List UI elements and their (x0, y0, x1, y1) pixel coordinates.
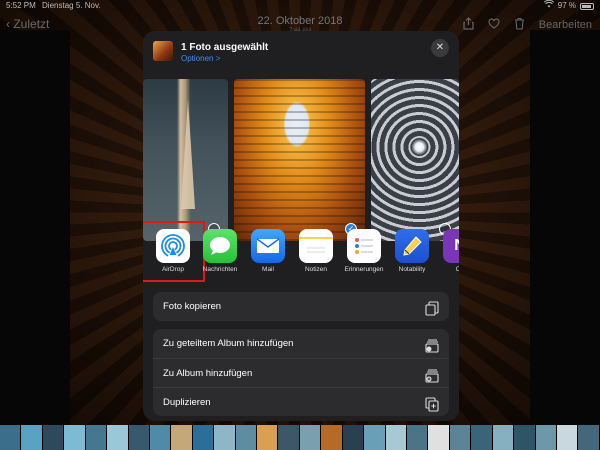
mail-icon (251, 229, 285, 263)
options-link[interactable]: Optionen > (181, 54, 220, 63)
onenote-icon: N (443, 229, 459, 263)
thumbnail[interactable] (385, 425, 407, 450)
notability-icon (395, 229, 429, 263)
app-label: Notizen (304, 266, 328, 273)
duplicate-button[interactable]: Duplizieren (153, 387, 449, 416)
reminders-icon (347, 229, 381, 263)
copy-icon (425, 299, 439, 316)
battery-percent: 97 % (557, 1, 576, 10)
thumbnail[interactable] (492, 425, 514, 450)
shared-album-icon (425, 336, 439, 353)
app-airdrop[interactable]: AirDrop (143, 221, 205, 282)
status-right: 97 % (543, 0, 594, 12)
thumbnail[interactable] (278, 425, 299, 450)
wifi-icon (543, 0, 554, 12)
thumbnail[interactable] (321, 425, 342, 450)
actions-group-album: Zu geteiltem Album hinzufügen Zu Album h… (153, 329, 449, 416)
selected-photo-thumbnail (153, 41, 173, 61)
nav-actions: Bearbeiten (463, 17, 592, 33)
close-button[interactable]: ✕ (431, 39, 449, 57)
notes-icon (299, 229, 333, 263)
close-icon: ✕ (435, 42, 445, 53)
thumbnail[interactable] (214, 425, 235, 450)
thumbnail[interactable] (535, 425, 556, 450)
add-album-icon (425, 366, 439, 383)
share-icon[interactable] (463, 17, 474, 33)
action-group: Foto kopieren (153, 292, 449, 321)
action-label: Foto kopieren (163, 301, 222, 312)
copy-photo-button[interactable]: Foto kopieren (153, 292, 449, 321)
edit-button[interactable]: Bearbeiten (539, 19, 592, 31)
battery-icon (580, 2, 594, 10)
thumbnail[interactable] (64, 425, 85, 450)
thumbnail[interactable] (42, 425, 64, 450)
app-messages[interactable]: Nachrichten (195, 229, 245, 273)
thumbnail[interactable] (235, 425, 257, 450)
thumbnail[interactable] (364, 425, 385, 450)
thumbnail[interactable] (342, 425, 364, 450)
thumbnail[interactable] (471, 425, 492, 450)
share-sheet: 1 Foto ausgewählt Optionen > ✕ ✓ AirDrop… (143, 31, 459, 421)
app-label: Nachrichten (202, 266, 238, 273)
thumbnail[interactable] (192, 425, 214, 450)
action-label: Duplizieren (163, 397, 211, 408)
thumbnail[interactable] (407, 425, 428, 450)
thumbnail[interactable] (428, 425, 449, 450)
add-shared-album-button[interactable]: Zu geteiltem Album hinzufügen (153, 329, 449, 358)
thumbnail[interactable] (21, 425, 42, 450)
status-time: 5:52 PM (6, 1, 36, 10)
messages-icon (203, 229, 237, 263)
heart-icon[interactable] (488, 18, 500, 32)
app-notability[interactable]: Notability (387, 229, 437, 273)
photo-orange-building[interactable]: ✓ (234, 79, 365, 241)
thumbnail[interactable] (128, 425, 149, 450)
thumbnail-strip (0, 425, 600, 450)
app-mail[interactable]: Mail (243, 229, 293, 273)
app-reminders[interactable]: Erinnerungen (339, 229, 389, 273)
thumbnail[interactable] (514, 425, 535, 450)
app-label: Notability (398, 266, 426, 273)
photo-spiral-ceiling[interactable] (371, 79, 459, 241)
thumbnail[interactable] (85, 425, 107, 450)
thumbnail[interactable] (299, 425, 321, 450)
thumbnail[interactable] (107, 425, 128, 450)
thumbnail[interactable] (449, 425, 471, 450)
status-bar: 5:52 PM Dienstag 5. Nov. 97 % (0, 0, 600, 12)
thumbnail[interactable] (578, 425, 599, 450)
duplicate-icon (425, 395, 439, 412)
thumbnail[interactable] (257, 425, 278, 450)
status-date: Dienstag 5. Nov. (42, 1, 101, 10)
app-label: On (455, 266, 459, 273)
action-label: Zu geteiltem Album hinzufügen (163, 338, 294, 349)
app-label: Mail (262, 266, 274, 273)
thumbnail[interactable] (171, 425, 192, 450)
app-label: Erinnerungen (344, 266, 384, 273)
thumbnail[interactable] (0, 425, 21, 450)
action-label: Zu Album hinzufügen (163, 368, 253, 379)
photo-selection-strip: ✓ (143, 79, 459, 241)
app-notes[interactable]: Notizen (291, 229, 341, 273)
share-sheet-title: 1 Foto ausgewählt (181, 42, 269, 53)
thumbnail[interactable] (149, 425, 171, 450)
action-group: Zu geteiltem Album hinzufügen Zu Album h… (153, 329, 449, 416)
share-sheet-header: 1 Foto ausgewählt Optionen > ✕ (143, 31, 459, 73)
app-onenote[interactable]: N On (435, 229, 459, 273)
share-app-row: AirDrop Nachrichten Mail Notizen Erinner… (143, 221, 459, 283)
actions-group-copy: Foto kopieren (153, 292, 449, 321)
photo-tower-aerial[interactable] (143, 79, 228, 241)
trash-icon[interactable] (514, 17, 525, 33)
status-left: 5:52 PM Dienstag 5. Nov. (6, 0, 105, 12)
add-album-button[interactable]: Zu Album hinzufügen (153, 358, 449, 387)
thumbnail[interactable] (556, 425, 578, 450)
tower-spire (181, 99, 195, 209)
